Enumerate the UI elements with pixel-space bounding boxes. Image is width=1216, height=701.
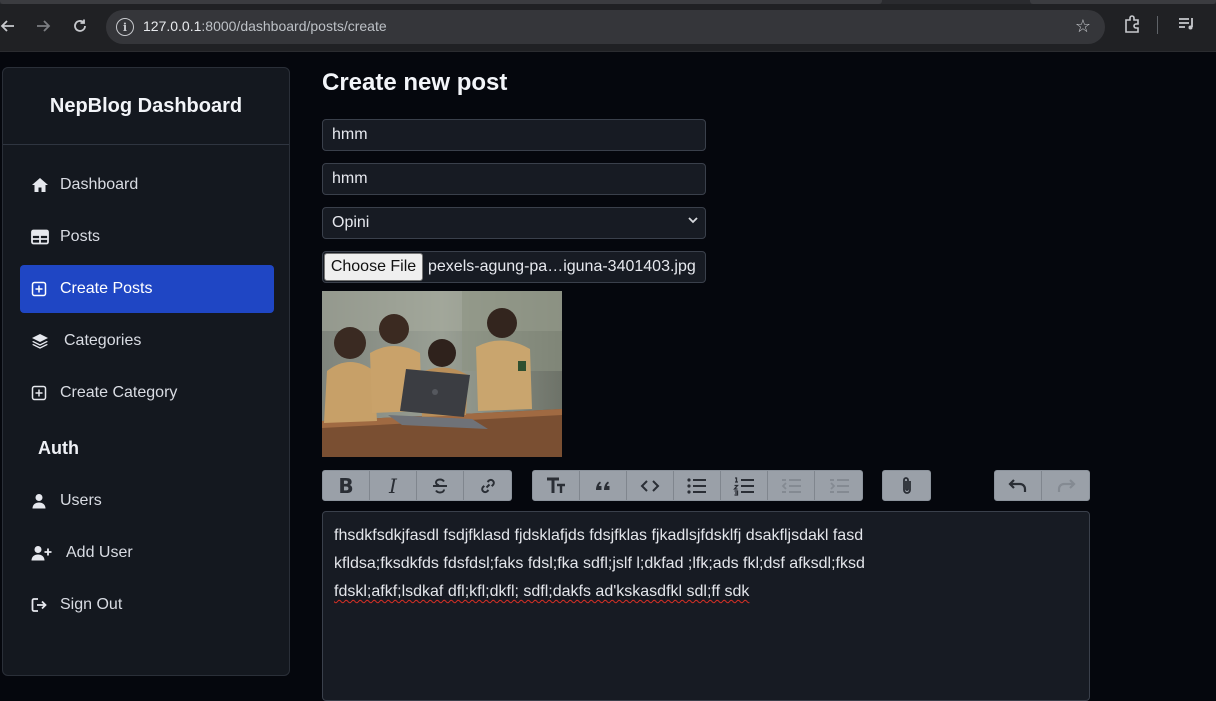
bullet-list-button[interactable] (674, 471, 721, 500)
file-tools-toolbar (882, 470, 931, 501)
user-icon (31, 492, 53, 510)
reload-icon[interactable] (68, 14, 92, 38)
editor-line: fdskl;afkf;lsdkaf dfl;kfl;dkfl; sdfl;dak… (334, 583, 750, 600)
post-body-editor[interactable]: fhsdkfsdkjfasdl fsdjfklasd fjdsklafjds f… (322, 511, 1090, 701)
attach-file-button[interactable] (883, 471, 930, 500)
media-controls-icon[interactable] (1177, 14, 1197, 38)
table-icon (31, 228, 53, 246)
title-input-value: hmm (332, 126, 368, 143)
bookmark-star-icon[interactable]: ☆ (1075, 16, 1091, 37)
editor-line: kfldsa;fksdkfds fdsfdsl;faks fdsl;fka sd… (334, 555, 865, 572)
heading-button[interactable] (533, 471, 580, 500)
sidebar-item-create-posts[interactable]: Create Posts (20, 265, 274, 313)
sign-out-icon (31, 596, 53, 614)
sidebar-item-label: Categories (64, 332, 142, 349)
layers-icon (31, 332, 53, 350)
sidebar-item-posts[interactable]: Posts (20, 213, 274, 261)
tab-strip (0, 0, 1216, 4)
sidebar-item-label: Create Posts (60, 280, 153, 297)
auth-section-label: Auth (38, 438, 79, 458)
home-icon (31, 176, 53, 194)
brand-title: NepBlog Dashboard (3, 68, 289, 145)
italic-button[interactable]: I (370, 471, 417, 500)
category-select[interactable]: Opini (322, 207, 706, 239)
selected-file-name: pexels-agung-pa…iguna-3401403.jpg (428, 258, 696, 275)
user-plus-icon (31, 544, 59, 562)
sidebar-item-label: Create Category (60, 384, 178, 401)
choose-file-button[interactable]: Choose File (324, 253, 423, 281)
url-text[interactable]: 127.0.0.1:8000/dashboard/posts/create (143, 18, 387, 34)
back-icon[interactable] (0, 14, 20, 38)
sidebar-item-label: Add User (66, 544, 133, 561)
address-bar[interactable]: i 127.0.0.1:8000/dashboard/posts/create … (106, 10, 1105, 44)
sidebar-item-label: Sign Out (60, 596, 123, 613)
numbered-list-button[interactable] (721, 471, 768, 500)
site-info-icon[interactable]: i (116, 18, 134, 36)
title-input[interactable]: hmm (322, 119, 706, 151)
plus-square-icon (31, 280, 53, 298)
chevron-down-icon (687, 214, 699, 229)
bold-button[interactable]: B (323, 471, 370, 500)
sidebar-item-label: Posts (60, 228, 101, 245)
increase-indent-button[interactable] (815, 471, 862, 500)
sidebar-item-sign-out[interactable]: Sign Out (20, 581, 274, 629)
editor-line: fhsdkfsdkjfasdl fsdjfklasd fjdsklafjds f… (334, 527, 864, 544)
sidebar-item-add-user[interactable]: Add User (20, 529, 274, 577)
category-select-value: Opini (332, 214, 370, 231)
sidebar-item-create-category[interactable]: Create Category (20, 369, 274, 417)
sidebar-item-label: Dashboard (60, 176, 139, 193)
sidebar: NepBlog Dashboard Dashboard Posts Create… (2, 67, 290, 676)
strikethrough-button[interactable] (417, 471, 464, 500)
sidebar-item-users[interactable]: Users (20, 477, 274, 525)
slug-input-value: hmm (332, 170, 368, 187)
page-title: Create new post (322, 69, 508, 96)
image-file-input[interactable]: Choose File pexels-agung-pa…iguna-340140… (322, 251, 706, 283)
redo-button[interactable] (1042, 471, 1089, 500)
slug-input[interactable]: hmm (322, 163, 706, 195)
extensions-icon[interactable] (1122, 14, 1142, 38)
decrease-indent-button[interactable] (768, 471, 815, 500)
quote-button[interactable] (580, 471, 627, 500)
tab-strip-active[interactable] (0, 0, 882, 4)
image-preview (322, 291, 562, 457)
text-format-toolbar: B I (322, 470, 512, 501)
browser-toolbar: i 127.0.0.1:8000/dashboard/posts/create … (0, 0, 1216, 52)
sidebar-item-dashboard[interactable]: Dashboard (20, 161, 274, 209)
history-toolbar (994, 470, 1090, 501)
tab-strip-other[interactable] (1030, 0, 1216, 4)
undo-button[interactable] (995, 471, 1042, 500)
block-format-toolbar (532, 470, 863, 501)
link-button[interactable] (464, 471, 511, 500)
code-button[interactable] (627, 471, 674, 500)
sidebar-item-categories[interactable]: Categories (20, 317, 274, 365)
forward-icon[interactable] (31, 14, 55, 38)
plus-square-icon (31, 384, 53, 402)
sidebar-item-label: Users (60, 492, 102, 509)
toolbar-divider (1157, 16, 1158, 34)
